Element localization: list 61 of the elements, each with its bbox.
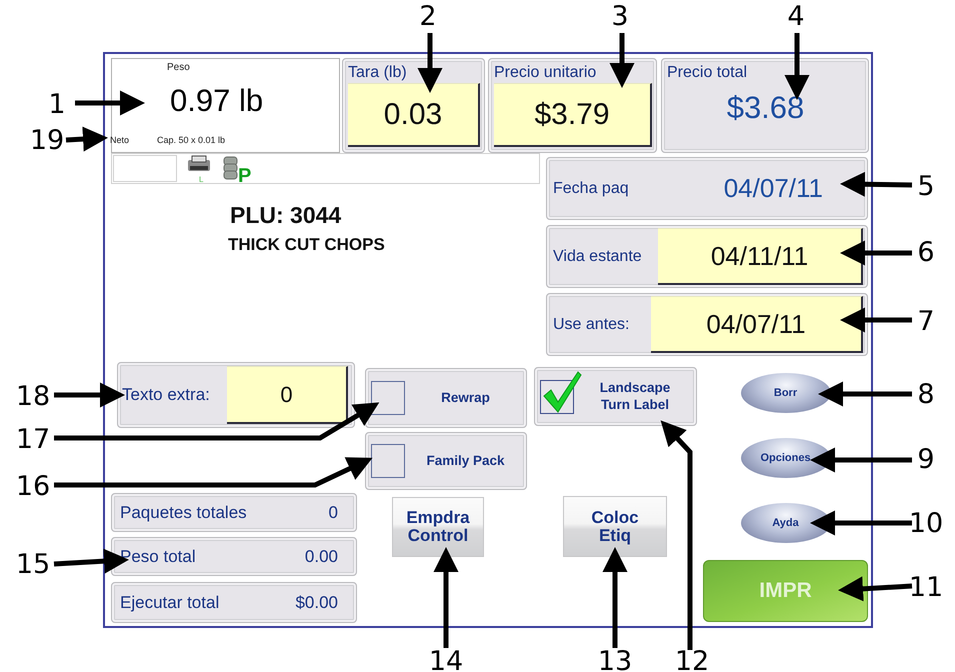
weight-mode: Neto bbox=[110, 135, 130, 145]
callout-number: 9 bbox=[917, 444, 935, 475]
callout-number: 3 bbox=[611, 1, 629, 32]
action-button[interactable]: Empdra Control bbox=[392, 497, 484, 557]
option-label: Landscape Turn Label bbox=[598, 380, 672, 414]
callout-arrow bbox=[66, 126, 108, 152]
date-field[interactable]: 04/07/11 bbox=[651, 296, 863, 353]
callout-number: 7 bbox=[917, 306, 935, 337]
field-label: Precio unitario bbox=[494, 64, 598, 82]
option-toggle[interactable]: Family Pack bbox=[365, 432, 527, 490]
total-value: 0 bbox=[328, 502, 338, 522]
callout-number: 14 bbox=[428, 646, 464, 672]
option-toggle[interactable]: Rewrap bbox=[365, 368, 527, 428]
callout-arrow bbox=[75, 90, 145, 116]
callout-number: 16 bbox=[16, 471, 50, 502]
date-label: Use antes: bbox=[553, 316, 630, 334]
callout-number: 19 bbox=[30, 125, 64, 156]
total-value: $0.00 bbox=[295, 592, 338, 612]
checkbox[interactable] bbox=[540, 370, 582, 414]
total-label: Ejecutar total bbox=[120, 592, 220, 612]
date-field[interactable]: 04/11/11 bbox=[658, 228, 863, 285]
total-price: $3.68 bbox=[726, 90, 806, 126]
weight-value: 0.97 lb bbox=[170, 83, 264, 119]
date-value: 04/07/11 bbox=[724, 173, 823, 204]
plu-number: PLU: 3044 bbox=[230, 202, 342, 229]
callout-arrow bbox=[418, 33, 442, 93]
weight-caption: Peso bbox=[167, 62, 190, 73]
option-toggle[interactable]: Landscape Turn Label bbox=[534, 367, 697, 426]
capacity-text: Cap. 50 x 0.01 lb bbox=[157, 135, 226, 145]
callout-number: 1 bbox=[48, 89, 66, 120]
field-label: Texto extra: bbox=[122, 385, 210, 405]
callout-number: 11 bbox=[908, 572, 944, 603]
total-label: Paquetes totales bbox=[120, 502, 247, 522]
callout-number: 4 bbox=[787, 1, 805, 32]
oval-button[interactable]: Opciones bbox=[740, 438, 830, 478]
option-label: Rewrap bbox=[440, 390, 491, 406]
value-field[interactable]: $3.79 bbox=[494, 83, 652, 147]
oval-button[interactable]: Borr bbox=[740, 373, 830, 413]
date-label: Vida estante bbox=[553, 248, 642, 266]
field-label: Tara (lb) bbox=[348, 64, 408, 82]
callout-arrow bbox=[610, 33, 634, 88]
total-value: 0.00 bbox=[304, 546, 338, 566]
callout-number: 2 bbox=[419, 1, 437, 32]
callout-number: 17 bbox=[16, 424, 50, 455]
value-field[interactable]: 0.03 bbox=[348, 83, 480, 147]
date-label: Fecha paq bbox=[553, 180, 629, 198]
extra-text-field[interactable]: 0 bbox=[227, 366, 348, 424]
product-name: THICK CUT CHOPS bbox=[228, 235, 386, 255]
callout-arrow bbox=[840, 308, 912, 332]
callout-number: 8 bbox=[917, 379, 935, 410]
callout-number: 10 bbox=[908, 508, 944, 539]
callout-number: 15 bbox=[16, 549, 50, 580]
callout-number: 18 bbox=[16, 381, 50, 412]
option-label: Family Pack bbox=[425, 452, 506, 470]
callout-number: 12 bbox=[674, 646, 710, 672]
callout-arrow bbox=[840, 240, 912, 266]
callout-number: 5 bbox=[917, 171, 935, 202]
field-label: Precio total bbox=[667, 64, 748, 82]
callout-number: 6 bbox=[917, 237, 935, 268]
action-button[interactable]: Coloc Etiq bbox=[563, 496, 667, 557]
callout-number: 13 bbox=[598, 646, 632, 672]
